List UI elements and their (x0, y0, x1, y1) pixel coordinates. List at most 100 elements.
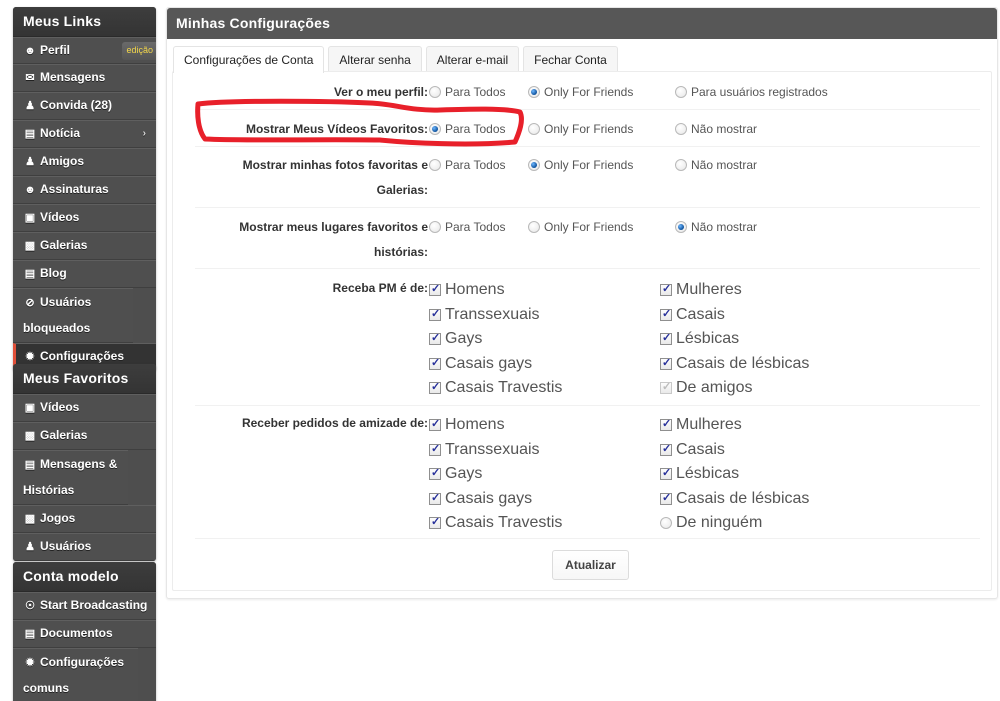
checkbox-option[interactable]: Casais Travestis (429, 514, 562, 532)
gear-icon: ✹ (25, 657, 35, 669)
checkbox-checked[interactable] (429, 331, 441, 346)
sidebar-item-fav-jogos[interactable]: ▩ Jogos (13, 505, 156, 533)
checkbox-option[interactable]: Homens (429, 416, 505, 434)
checkbox-option[interactable]: De amigos (660, 379, 752, 397)
radio-button[interactable] (429, 86, 441, 98)
radio-option[interactable]: Não mostrar (675, 158, 757, 172)
sidebar-item-galerias[interactable]: ▩ Galerias (13, 232, 156, 260)
checkbox-option[interactable]: Casais Travestis (429, 379, 562, 397)
radio-option[interactable]: Para Todos (429, 158, 506, 172)
option-label: Casais (676, 305, 725, 323)
radio-option[interactable]: Only For Friends (528, 122, 633, 136)
checkbox-option[interactable]: Casais de lésbicas (660, 490, 809, 508)
checkbox-option[interactable]: Lésbicas (660, 330, 739, 348)
checkbox-checked[interactable] (660, 307, 672, 321)
sidebar-item-documentos[interactable]: ▤ Documentos (13, 620, 156, 648)
checkbox-option[interactable]: Mulheres (660, 416, 742, 434)
checkbox-option[interactable]: Casais (660, 306, 725, 324)
radio-button-selected[interactable] (528, 86, 540, 98)
field-label: Mostrar minhas fotos favoritas e (242, 158, 428, 172)
radio-button[interactable] (660, 517, 672, 530)
checkbox-option[interactable]: Lésbicas (660, 465, 739, 483)
checkbox-option[interactable]: Homens (429, 281, 505, 299)
radio-option[interactable]: Para Todos (429, 122, 506, 136)
page-title: Minhas Configurações (167, 8, 997, 39)
checkbox-checked (660, 380, 672, 395)
sidebar-item-start-broadcasting[interactable]: ☉ Start Broadcasting (13, 592, 156, 620)
radio-option[interactable]: Only For Friends (528, 158, 633, 172)
sidebar-item-noticia[interactable]: ▤ Notícia › (13, 120, 156, 148)
checkbox-checked[interactable] (429, 466, 441, 481)
radio-button-selected[interactable] (675, 221, 687, 233)
radio-option[interactable]: Não mostrar (675, 220, 757, 234)
tab-change-email[interactable]: Alterar e-mail (425, 46, 520, 72)
sidebar-item-fav-usuarios[interactable]: ♟ Usuários (13, 533, 156, 561)
option-label: Homens (445, 281, 505, 298)
checkbox-option[interactable]: Gays (429, 465, 482, 483)
radio-option[interactable]: Para Todos (429, 220, 506, 234)
radio-button[interactable] (429, 221, 441, 233)
checkbox-checked[interactable] (429, 380, 441, 395)
sidebar-item-label: Galerias (40, 238, 88, 252)
radio-button-selected[interactable] (528, 159, 540, 171)
checkbox-option[interactable]: Gays (429, 330, 482, 348)
sidebar-item-videos[interactable]: ▣ Vídeos (13, 204, 156, 232)
radio-button[interactable] (528, 221, 540, 233)
checkbox-checked[interactable] (660, 356, 672, 370)
radio-button[interactable] (675, 86, 687, 98)
checkbox-option[interactable]: Mulheres (660, 281, 742, 299)
radio-button-selected[interactable] (429, 123, 441, 135)
divider (195, 207, 980, 208)
sidebar-item-label: Amigos (40, 154, 85, 168)
option-label: Mulheres (676, 416, 742, 433)
tab-account-settings[interactable]: Configurações de Conta (173, 46, 325, 73)
checkbox-option[interactable]: Casais gays (429, 355, 532, 373)
checkbox-checked[interactable] (660, 282, 672, 296)
checkbox-checked[interactable] (429, 442, 441, 456)
radio-option[interactable]: Only For Friends (528, 220, 633, 234)
sidebar-item-fav-mensagens[interactable]: ▤ Mensagens & Histórias (13, 450, 128, 505)
checkbox-checked[interactable] (660, 491, 672, 505)
sidebar-item-convida[interactable]: ♟ Convida (28) (13, 92, 156, 120)
radio-button[interactable] (528, 123, 540, 135)
option-label: De amigos (676, 379, 753, 397)
radio-button[interactable] (429, 159, 441, 171)
checkbox-checked[interactable] (660, 331, 672, 346)
checkbox-option[interactable]: Transsexuais (429, 441, 540, 459)
sidebar-item-assinaturas[interactable]: ☻ Assinaturas (13, 176, 156, 204)
edit-profile-button[interactable]: edição (122, 42, 156, 60)
checkbox-option[interactable]: Casais (660, 441, 725, 459)
checkbox-checked[interactable] (429, 515, 441, 530)
radio-button[interactable] (675, 159, 687, 171)
radio-option[interactable]: Only For Friends (528, 85, 633, 99)
sidebar-item-fav-videos[interactable]: ▣ Vídeos (13, 394, 156, 422)
sidebar-item-amigos[interactable]: ♟ Amigos (13, 148, 156, 176)
broadcast-icon: ☉ (25, 600, 35, 612)
checkbox-checked[interactable] (429, 491, 441, 505)
checkbox-checked[interactable] (660, 417, 672, 431)
checkbox-checked[interactable] (429, 307, 441, 321)
radio-option[interactable]: Para Todos (429, 85, 506, 99)
sidebar-item-usuarios-bloqueados[interactable]: ⊘ Usuários bloqueados (13, 288, 133, 343)
radio-option[interactable]: Não mostrar (675, 122, 757, 136)
checkbox-option[interactable]: Transsexuais (429, 306, 540, 324)
sidebar-item-mensagens[interactable]: ✉ Mensagens (13, 64, 156, 92)
checkbox-checked[interactable] (660, 442, 672, 456)
update-button[interactable]: Atualizar (552, 550, 629, 580)
checkbox-option[interactable]: Casais de lésbicas (660, 355, 809, 373)
checkbox-option[interactable]: Casais gays (429, 490, 532, 508)
tab-close-account[interactable]: Fechar Conta (523, 46, 618, 72)
checkbox-checked[interactable] (429, 282, 441, 296)
checkbox-checked[interactable] (660, 466, 672, 481)
checkbox-option[interactable]: De ninguém (660, 514, 762, 532)
radio-option[interactable]: Para usuários registrados (675, 85, 828, 99)
tab-change-password[interactable]: Alterar senha (328, 46, 422, 72)
sidebar-item-configuracoes-comuns[interactable]: ✹ Configurações comuns (13, 648, 138, 701)
checkbox-checked[interactable] (429, 417, 441, 431)
checkbox-checked[interactable] (429, 356, 441, 370)
radio-button[interactable] (675, 123, 687, 135)
sidebar-item-blog[interactable]: ▤ Blog (13, 260, 156, 288)
sidebar-item-fav-galerias[interactable]: ▩ Galerias (13, 422, 156, 450)
sidebar-item-perfil[interactable]: ☻ Perfil edição (13, 37, 156, 64)
divider (195, 268, 980, 269)
